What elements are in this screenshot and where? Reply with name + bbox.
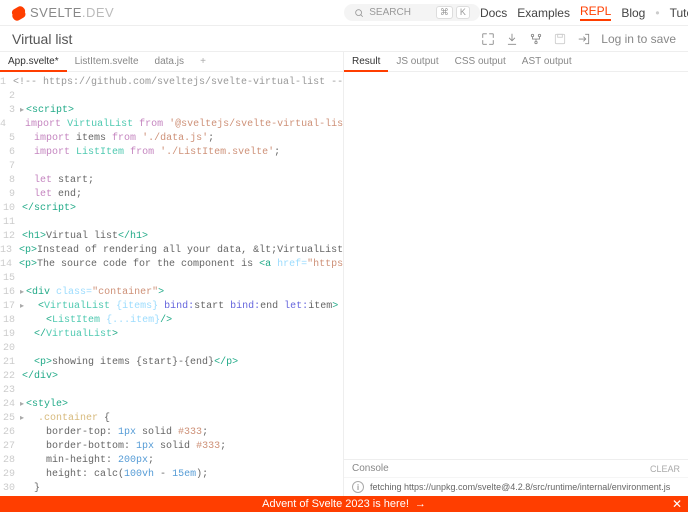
- fullscreen-icon[interactable]: [481, 32, 495, 46]
- console-header[interactable]: Console CLEAR: [344, 460, 688, 477]
- info-icon: i: [352, 481, 364, 493]
- code-line[interactable]: 26 border-top: 1px solid #333;: [0, 426, 343, 440]
- code-line[interactable]: 21 <p>showing items {start}-{end}</p>: [0, 356, 343, 370]
- arrow-icon: →: [415, 498, 426, 510]
- svelte-logo-icon: [8, 4, 26, 22]
- code-line[interactable]: 15: [0, 272, 343, 286]
- main-split: App.svelte* ListItem.svelte data.js + 1 …: [0, 52, 688, 496]
- login-text[interactable]: Log in to save: [601, 32, 676, 46]
- nav-separator: •: [655, 6, 659, 20]
- code-line[interactable]: 4 import VirtualList from '@sveltejs/sve…: [0, 118, 343, 132]
- logo[interactable]: SVELTE.DEV: [8, 4, 114, 22]
- code-line[interactable]: 8 let start;: [0, 174, 343, 188]
- code-line[interactable]: 27 border-bottom: 1px solid #333;: [0, 440, 343, 454]
- console-clear-button[interactable]: CLEAR: [650, 464, 680, 474]
- code-line[interactable]: 23: [0, 384, 343, 398]
- download-icon[interactable]: [505, 32, 519, 46]
- code-line[interactable]: 14 <p>The source code for the component …: [0, 258, 343, 272]
- code-line[interactable]: 20: [0, 342, 343, 356]
- search-shortcut: ⌘K: [436, 6, 470, 19]
- save-icon[interactable]: [553, 32, 567, 46]
- top-header: SVELTE.DEV SEARCH ⌘K Docs Examples REPL …: [0, 0, 688, 26]
- output-tab-css[interactable]: CSS output: [447, 52, 514, 71]
- output-tab-ast[interactable]: AST output: [514, 52, 580, 71]
- code-line[interactable]: 16▸<div class="container">: [0, 286, 343, 300]
- console-panel: Console CLEAR i fetching https://unpkg.c…: [344, 459, 688, 496]
- code-line[interactable]: 17▸ <VirtualList {items} bind:start bind…: [0, 300, 343, 314]
- main-nav: Docs Examples REPL Blog • Tutorial Svelt…: [480, 4, 688, 21]
- output-tabs: Result JS output CSS output AST output: [344, 52, 688, 72]
- nav-blog[interactable]: Blog: [621, 6, 645, 20]
- search-input[interactable]: SEARCH ⌘K: [344, 4, 480, 21]
- search-placeholder: SEARCH: [369, 7, 411, 18]
- close-icon[interactable]: ✕: [672, 497, 682, 511]
- console-label: Console: [352, 463, 389, 474]
- code-line[interactable]: 18 <ListItem {...item}/>: [0, 314, 343, 328]
- code-line[interactable]: 9 let end;: [0, 188, 343, 202]
- logo-text: SVELTE.DEV: [30, 5, 114, 20]
- code-line[interactable]: 25▸ .container {: [0, 412, 343, 426]
- code-line[interactable]: 3▸<script>: [0, 104, 343, 118]
- code-line[interactable]: 7: [0, 160, 343, 174]
- preview-iframe: [344, 72, 688, 459]
- output-pane: Result JS output CSS output AST output C…: [344, 52, 688, 496]
- login-icon[interactable]: [577, 32, 591, 46]
- nav-examples[interactable]: Examples: [517, 6, 570, 20]
- code-line[interactable]: 10 </script>: [0, 202, 343, 216]
- code-line[interactable]: 22 </div>: [0, 370, 343, 384]
- file-tabs: App.svelte* ListItem.svelte data.js +: [0, 52, 343, 72]
- announcement-banner[interactable]: Advent of Svelte 2023 is here! → ✕: [0, 496, 688, 512]
- code-line[interactable]: 6 import ListItem from './ListItem.svelt…: [0, 146, 343, 160]
- nav-docs[interactable]: Docs: [480, 6, 507, 20]
- fork-icon[interactable]: [529, 32, 543, 46]
- add-file-button[interactable]: +: [196, 55, 210, 69]
- code-line[interactable]: 24▸<style>: [0, 398, 343, 412]
- banner-text: Advent of Svelte 2023 is here!: [262, 498, 409, 510]
- repl-actions: Log in to save: [481, 32, 676, 46]
- code-editor[interactable]: 1 <!-- https://github.com/sveltejs/svelt…: [0, 72, 343, 496]
- file-tab[interactable]: data.js: [147, 52, 192, 71]
- output-tab-result[interactable]: Result: [344, 52, 388, 72]
- repl-header: Virtual list Log in to save: [0, 26, 688, 52]
- file-tab[interactable]: App.svelte*: [0, 53, 67, 72]
- output-tab-js[interactable]: JS output: [388, 52, 446, 71]
- console-message: i fetching https://unpkg.com/svelte@4.2.…: [344, 477, 688, 496]
- code-line[interactable]: 11: [0, 216, 343, 230]
- nav-repl[interactable]: REPL: [580, 4, 611, 21]
- code-line[interactable]: 5 import items from './data.js';: [0, 132, 343, 146]
- code-line[interactable]: 28 min-height: 200px;: [0, 454, 343, 468]
- code-line[interactable]: 1 <!-- https://github.com/sveltejs/svelt…: [0, 76, 343, 90]
- code-line[interactable]: 13 <p>Instead of rendering all your data…: [0, 244, 343, 258]
- code-line[interactable]: 2: [0, 90, 343, 104]
- code-line[interactable]: 19 </VirtualList>: [0, 328, 343, 342]
- editor-pane: App.svelte* ListItem.svelte data.js + 1 …: [0, 52, 344, 496]
- code-line[interactable]: 12 <h1>Virtual list</h1>: [0, 230, 343, 244]
- nav-tutorial[interactable]: Tutorial: [670, 6, 688, 20]
- console-text: fetching https://unpkg.com/svelte@4.2.8/…: [370, 482, 670, 492]
- file-tab[interactable]: ListItem.svelte: [67, 52, 147, 71]
- code-line[interactable]: 30 }: [0, 482, 343, 496]
- repl-title: Virtual list: [12, 31, 72, 47]
- code-line[interactable]: 29 height: calc(100vh - 15em);: [0, 468, 343, 482]
- search-icon: [354, 8, 364, 18]
